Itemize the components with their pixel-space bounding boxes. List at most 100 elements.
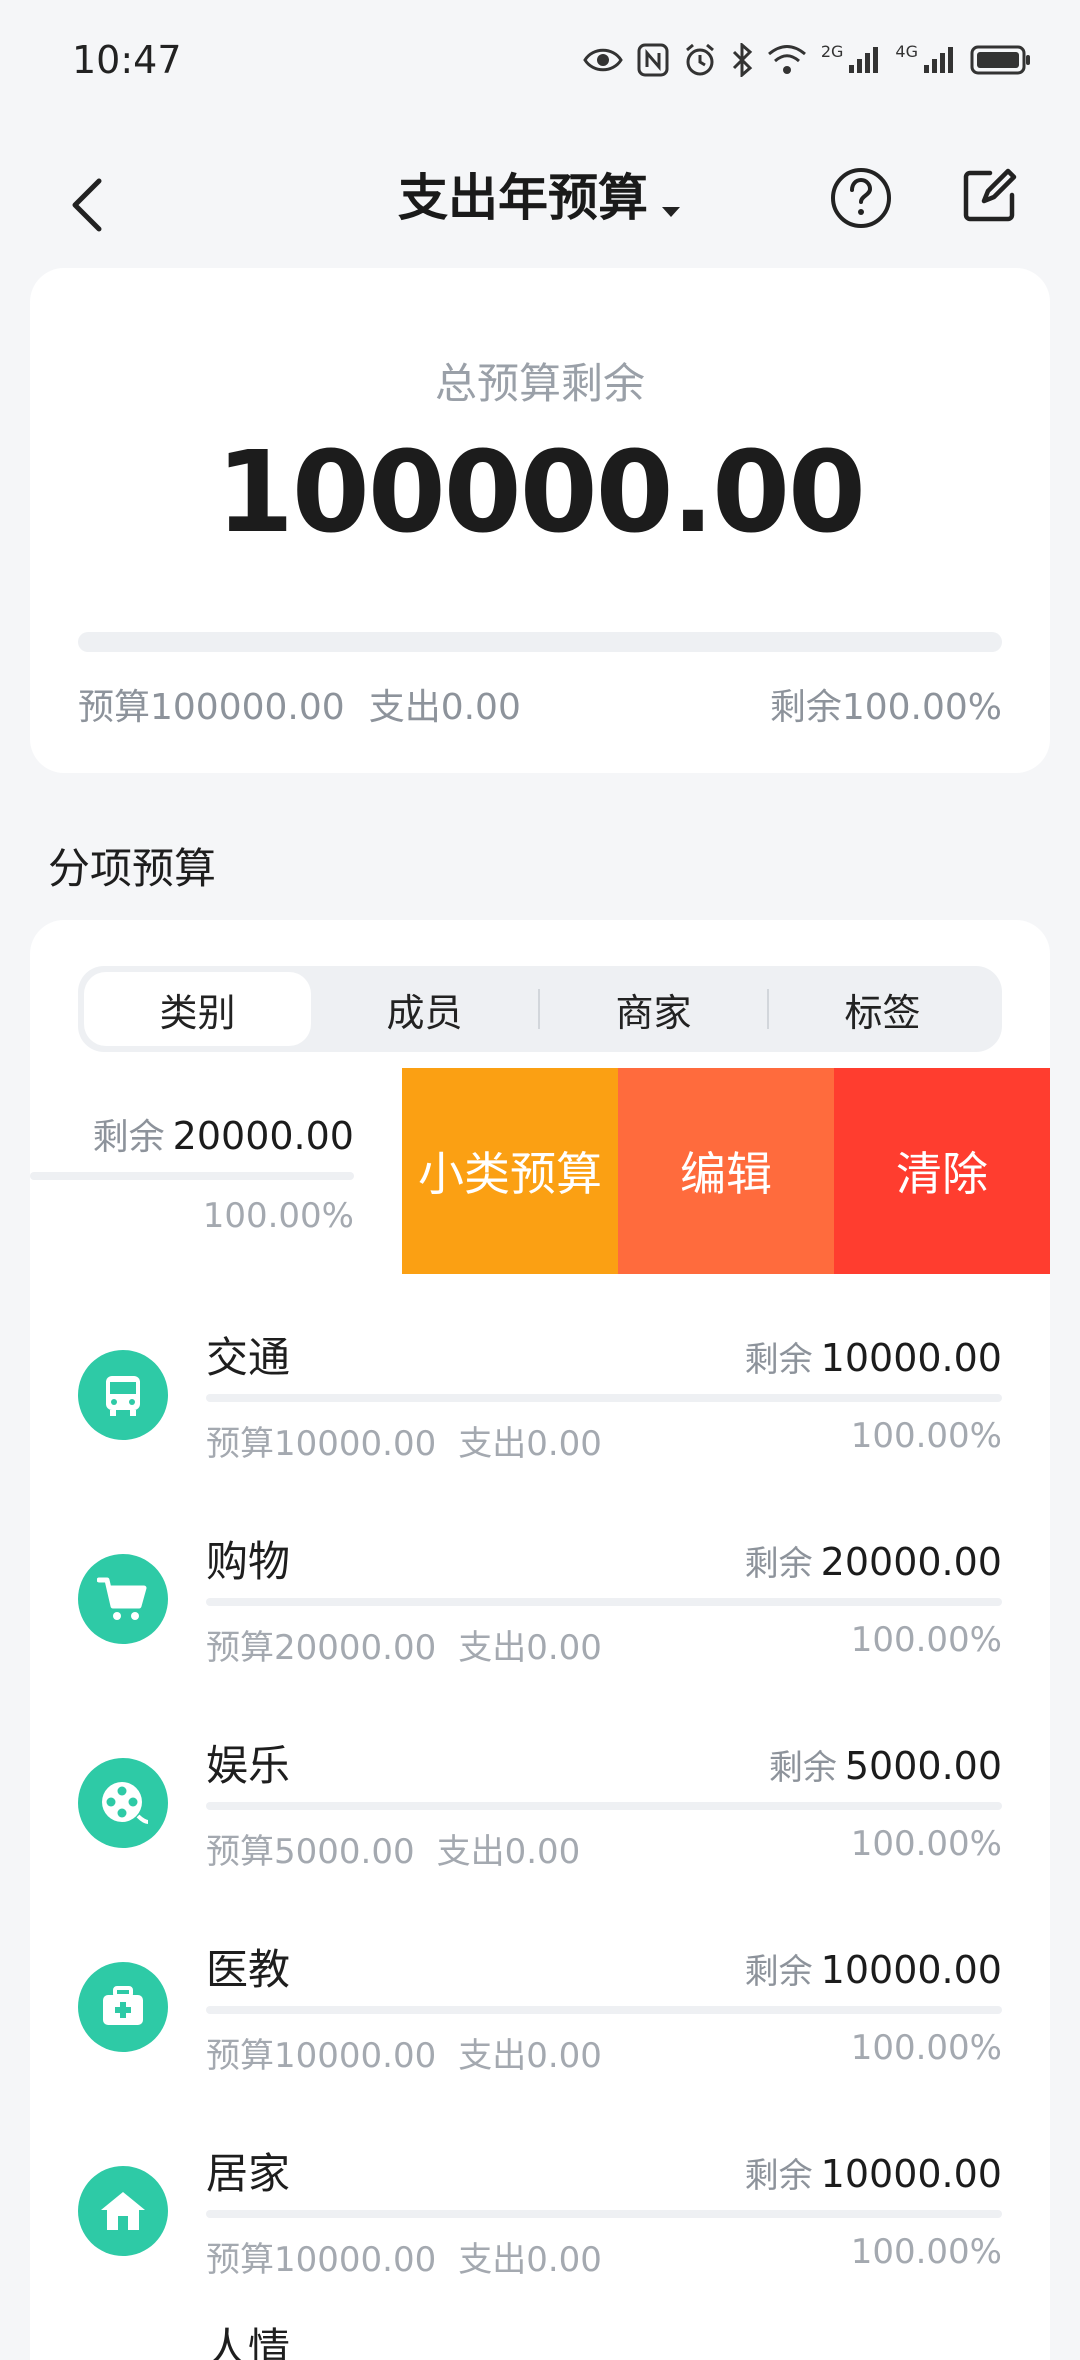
- remain-label: 剩余: [744, 1340, 813, 1380]
- help-icon: [831, 168, 891, 228]
- summary-spent: 支出0.00: [368, 687, 521, 728]
- title-dropdown[interactable]: 支出年预算: [0, 158, 1080, 231]
- category-pct: 100.00%: [850, 2028, 1002, 2068]
- category-progress-bar: [206, 2006, 1002, 2014]
- summary-label: 总预算剩余: [434, 359, 645, 408]
- category-pct: 100.00%: [850, 1824, 1002, 1864]
- swiped-pct: 100.00%: [202, 1196, 354, 1236]
- network-4g-label: 4G: [895, 41, 918, 61]
- category-item-home[interactable]: 居家 剩余 10000.00 预算10000.00 支出0.00 100.00%: [30, 2108, 1050, 2308]
- alarm-icon: [685, 43, 714, 76]
- category-pct: 100.00%: [850, 1620, 1002, 1660]
- section-title: 分项预算: [48, 844, 217, 893]
- category-sub: 预算10000.00 支出0.00: [206, 1416, 624, 1465]
- category-name: 娱乐: [206, 1741, 291, 1790]
- subcategory-budget-button[interactable]: 小类预算: [402, 1068, 618, 1274]
- category-remain: 剩余 10000.00: [745, 2148, 1002, 2197]
- remain-value: 10000.00: [820, 2152, 1002, 2196]
- summary-amount: 100000.00: [216, 428, 866, 558]
- category-spent: 支出0.00: [458, 1424, 602, 1464]
- category-sub: 预算10000.00 支出0.00: [206, 2028, 624, 2077]
- swiped-remain: 剩余 20000.00: [93, 1108, 354, 1160]
- home-icon: [78, 2166, 168, 2256]
- category-spent: 支出0.00: [436, 1832, 581, 1872]
- battery-icon: [970, 45, 1030, 75]
- category-progress-bar: [206, 1598, 1002, 1606]
- swiped-row-content: 剩余 20000.00 100.00%: [30, 1068, 402, 1274]
- category-budget: 预算5000.00: [206, 1832, 415, 1872]
- film-reel-icon: [78, 1758, 168, 1848]
- remain-value: 5000.00: [844, 1744, 1002, 1788]
- summary-remain-pct: 剩余100.00%: [769, 687, 1002, 728]
- category-spent: 支出0.00: [458, 2240, 602, 2280]
- category-spent: 支出0.00: [458, 2036, 602, 2076]
- category-remain: 剩余 20000.00: [745, 1536, 1002, 1585]
- category-item-medical-education[interactable]: 医教 剩余 10000.00 预算10000.00 支出0.00 100.00%: [30, 1904, 1050, 2104]
- signal-icon-2: [924, 47, 953, 73]
- status-time: 10:47: [72, 38, 182, 82]
- clear-action-button[interactable]: 清除: [834, 1068, 1050, 1274]
- category-sub: 预算10000.00 支出0.00: [206, 2232, 624, 2281]
- cart-icon: [78, 1554, 168, 1644]
- category-budget: 预算10000.00: [206, 2036, 437, 2076]
- remain-label: 剩余: [744, 1952, 813, 1992]
- edit-action-button[interactable]: 编辑: [618, 1068, 834, 1274]
- tab-member[interactable]: 成员: [311, 972, 538, 1046]
- network-2g-label: 2G: [820, 41, 844, 61]
- category-name: 交通: [206, 1333, 291, 1382]
- remain-value: 10000.00: [820, 1336, 1002, 1380]
- remain-value: 20000.00: [820, 1540, 1002, 1584]
- category-spent: 支出0.00: [458, 1628, 602, 1668]
- edit-icon: [963, 168, 1017, 222]
- help-button[interactable]: [828, 165, 900, 237]
- category-card: 类别 成员 商家 标签 剩余 20000.00 100.00% 小类预算 编辑 清…: [30, 920, 1050, 2360]
- category-pct: 100.00%: [850, 2232, 1002, 2272]
- category-name: 居家: [206, 2149, 291, 2198]
- nfc-icon: [637, 43, 669, 77]
- swiped-progress-bar: [30, 1172, 354, 1180]
- category-pct: 100.00%: [850, 1416, 1002, 1456]
- signal-icon: [849, 47, 879, 73]
- wifi-icon: [767, 45, 806, 74]
- status-icons: 2G 4G: [583, 41, 1032, 77]
- medical-kit-icon: [78, 1962, 168, 2052]
- category-budget: 预算10000.00: [206, 1424, 437, 1464]
- segment-tabs: 类别 成员 商家 标签: [78, 966, 1002, 1052]
- page-title: 支出年预算: [398, 169, 648, 227]
- category-remain: 剩余 5000.00: [769, 1740, 1002, 1789]
- status-bar: 10:47 2G 4G: [0, 0, 1080, 120]
- category-name: 医教: [206, 1945, 291, 1994]
- summary-footer: 预算100000.00 支出0.00 剩余100.00%: [78, 678, 1002, 730]
- bluetooth-icon: [732, 43, 753, 77]
- edit-button[interactable]: [960, 165, 1032, 237]
- tab-tag[interactable]: 标签: [769, 972, 996, 1046]
- swiped-category-row[interactable]: 剩余 20000.00 100.00% 小类预算 编辑 清除: [30, 1068, 1050, 1274]
- summary-card: 总预算剩余 100000.00 预算100000.00 支出0.00 剩余100.…: [30, 268, 1050, 773]
- caret-down-icon: [660, 173, 682, 231]
- remain-label: 剩余: [744, 2156, 813, 2196]
- category-sub: 预算20000.00 支出0.00: [206, 1620, 624, 1669]
- category-item-partial[interactable]: 人情: [206, 2315, 290, 2360]
- eye-icon: [583, 48, 623, 72]
- category-item-transport[interactable]: 交通 剩余 10000.00 预算10000.00 支出0.00 100.00%: [30, 1292, 1050, 1492]
- remain-value: 20000.00: [172, 1114, 354, 1158]
- category-remain: 剩余 10000.00: [745, 1944, 1002, 1993]
- bus-icon: [78, 1350, 168, 1440]
- category-item-shopping[interactable]: 购物 剩余 20000.00 预算20000.00 支出0.00 100.00%: [30, 1496, 1050, 1696]
- tab-merchant[interactable]: 商家: [540, 972, 767, 1046]
- category-remain: 剩余 10000.00: [745, 1332, 1002, 1381]
- category-budget: 预算20000.00: [206, 1628, 437, 1668]
- remain-label: 剩余: [92, 1117, 165, 1158]
- remain-label: 剩余: [768, 1748, 837, 1788]
- summary-progress-bar: [78, 632, 1002, 652]
- category-progress-bar: [206, 1394, 1002, 1402]
- category-sub: 预算5000.00 支出0.00: [206, 1824, 602, 1873]
- summary-budget: 预算100000.00: [78, 687, 345, 728]
- category-name: 购物: [206, 1537, 291, 1586]
- remain-value: 10000.00: [820, 1948, 1002, 1992]
- category-item-entertainment[interactable]: 娱乐 剩余 5000.00 预算5000.00 支出0.00 100.00%: [30, 1700, 1050, 1900]
- tab-category[interactable]: 类别: [84, 972, 311, 1046]
- category-budget: 预算10000.00: [206, 2240, 437, 2280]
- header: 支出年预算: [0, 120, 1080, 290]
- category-progress-bar: [206, 1802, 1002, 1810]
